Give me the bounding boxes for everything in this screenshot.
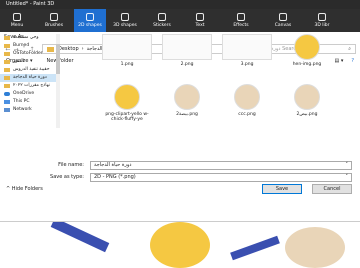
file-name: 1.png — [120, 62, 134, 67]
2d-shapes-icon — [86, 13, 94, 21]
file-name: بيض2.png — [296, 112, 318, 117]
file-item[interactable]: png-clipart-yello w-chick-fluffy-ye — [102, 84, 152, 122]
sidebar-item[interactable]: الصور — [0, 58, 60, 66]
sidebar-item[interactable]: حقيبة تنفيذ الدروس — [0, 66, 60, 74]
brushes-button[interactable]: Brushes — [34, 9, 74, 32]
folder-icon — [4, 44, 10, 48]
3d-library-icon — [318, 13, 326, 21]
paint-toolbar: Menu Brushes 2D shapes 3D shapes Sticker… — [0, 9, 360, 32]
folder-icon — [13, 13, 21, 21]
file-item[interactable]: 2.png — [162, 34, 212, 67]
cancel-button[interactable]: Cancel — [312, 184, 352, 194]
file-name: png-clipart-yello w-chick-fluffy-ye — [105, 112, 149, 122]
canvas-icon — [279, 13, 287, 21]
file-name: 2.png — [180, 62, 194, 67]
window-title: Untitled* - Paint 3D — [0, 0, 360, 9]
file-thumbnail — [222, 34, 272, 60]
folder-icon — [4, 76, 10, 80]
sidebar-item[interactable]: This PC — [0, 98, 60, 106]
chevron-down-icon[interactable]: ˅ — [346, 174, 349, 181]
file-item[interactable]: بيض2.png — [282, 84, 332, 117]
sidebar-item[interactable]: وحي مستجدة — [0, 34, 60, 42]
sidebar-scrollbar[interactable] — [56, 34, 60, 128]
cloud-icon — [4, 92, 10, 96]
file-item[interactable]: 3.png — [222, 34, 272, 67]
file-item[interactable]: بيضة2.png — [162, 84, 212, 117]
text-icon — [196, 13, 204, 21]
3d-shapes-icon — [121, 13, 129, 21]
file-name: ccc.png — [238, 112, 256, 117]
file-name-label: File name: — [58, 162, 84, 168]
canvas-button[interactable]: Canvas — [262, 9, 304, 32]
sidebar-item-label: Burned — [13, 43, 30, 48]
sidebar-item[interactable]: Network — [0, 106, 60, 114]
sidebar-item[interactable]: Burned — [0, 42, 60, 50]
sidebar-item-label: نهاذج مقررات ٢٠٢٢ — [13, 83, 50, 88]
chevron-down-icon[interactable]: ˅ — [346, 162, 349, 169]
file-item[interactable]: ccc.png — [222, 84, 272, 117]
save-type-label: Save as type: — [50, 174, 84, 180]
2d-shapes-button[interactable]: 2D shapes — [74, 9, 106, 32]
file-thumbnail — [234, 84, 260, 110]
text-button[interactable]: Text — [180, 9, 220, 32]
sidebar-item-label: الصور — [13, 59, 25, 64]
file-thumbnail — [114, 84, 140, 110]
folder-icon — [4, 52, 10, 56]
navigation-pane: وحي مستجدة Burned OSTotoFolder الصور حقيبة ت… — [0, 34, 60, 136]
3d-shapes-button[interactable]: 3D shapes — [106, 9, 144, 32]
file-thumbnail — [102, 34, 152, 60]
scrollbar-thumb[interactable] — [56, 44, 60, 74]
save-type-select[interactable]: 2D - PNG (*.png) ˅ — [90, 172, 352, 182]
file-name: بيضة2.png — [176, 112, 198, 117]
arrow-shape-left — [50, 222, 110, 253]
brush-icon — [50, 13, 58, 21]
menu-button[interactable]: Menu — [0, 9, 34, 32]
file-thumbnail — [294, 84, 320, 110]
file-thumbnail — [174, 84, 200, 110]
sidebar-item-label: Network — [13, 107, 32, 112]
file-thumbnail — [162, 34, 212, 60]
file-item[interactable]: 1.png — [102, 34, 152, 67]
3d-library-button[interactable]: 3D libr — [304, 9, 340, 32]
sidebar-item-label: دورة حياة الدجاجة — [13, 75, 47, 80]
sidebar-item-label: حقيبة تنفيذ الدروس — [13, 67, 50, 72]
sidebar-item-label: وحي مستجدة — [13, 35, 39, 40]
dialog-footer: ^ Hide Folders Save Cancel — [0, 184, 360, 194]
sidebar-item[interactable]: OneDrive — [0, 90, 60, 98]
effects-button[interactable]: Effects — [220, 9, 262, 32]
save-type-value: 2D - PNG (*.png) — [94, 173, 136, 180]
sidebar-item-label: This PC — [13, 99, 30, 104]
folder-icon — [4, 68, 10, 72]
save-button[interactable]: Save — [262, 184, 302, 194]
file-name-field[interactable]: دورة حياة الدجاجة ˅ — [90, 160, 352, 170]
file-list: 1.png 2.png 3.png hen-img.png png-clipart-ye… — [62, 34, 358, 134]
file-item[interactable]: hen-img.png — [282, 34, 332, 67]
file-name-value: دورة حياة الدجاجة — [94, 161, 132, 168]
folder-icon — [4, 60, 10, 64]
computer-icon — [4, 100, 10, 104]
network-icon — [4, 108, 10, 112]
folder-icon — [4, 84, 10, 88]
sidebar-item[interactable]: دورة حياة الدجاجة — [0, 74, 60, 82]
arrow-shape-right — [230, 235, 280, 261]
file-thumbnail — [294, 34, 320, 60]
sidebar-item-label: OneDrive — [13, 91, 35, 96]
save-form: File name: دورة حياة الدجاجة ˅ Save as ty… — [0, 160, 360, 182]
stickers-button[interactable]: Stickers — [144, 9, 180, 32]
chick-image — [150, 222, 210, 268]
paint-canvas[interactable] — [0, 222, 360, 268]
egg-image — [285, 227, 345, 268]
effects-icon — [237, 13, 245, 21]
sticker-icon — [158, 13, 166, 21]
file-name: hen-img.png — [292, 62, 322, 67]
hide-folders-button[interactable]: ^ Hide Folders — [6, 186, 43, 192]
sidebar-item-label: OSTotoFolder — [13, 51, 43, 56]
sidebar-item[interactable]: OSTotoFolder — [0, 50, 60, 58]
folder-icon — [4, 36, 10, 40]
sidebar-item[interactable]: نهاذج مقررات ٢٠٢٢ — [0, 82, 60, 90]
file-name: 3.png — [240, 62, 254, 67]
